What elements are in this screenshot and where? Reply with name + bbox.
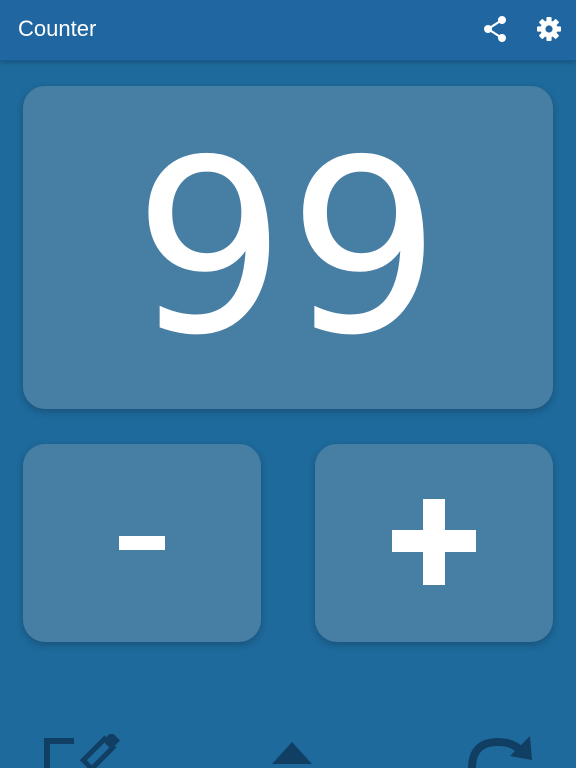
counter-app: Counter 99 <box>0 0 576 768</box>
increment-button[interactable] <box>315 444 553 642</box>
pencil-edit-icon[interactable] <box>44 734 124 768</box>
counter-value: 99 <box>133 107 443 388</box>
app-bar: Counter <box>0 0 576 61</box>
chevron-up-icon[interactable] <box>270 740 314 768</box>
redo-icon[interactable] <box>464 734 536 768</box>
share-icon[interactable] <box>480 14 510 44</box>
decrement-button[interactable] <box>23 444 261 642</box>
gear-icon[interactable] <box>534 14 564 44</box>
counter-display: 99 <box>23 86 553 409</box>
app-title: Counter <box>18 16 97 41</box>
minus-icon <box>119 536 165 550</box>
plus-icon <box>392 499 476 585</box>
